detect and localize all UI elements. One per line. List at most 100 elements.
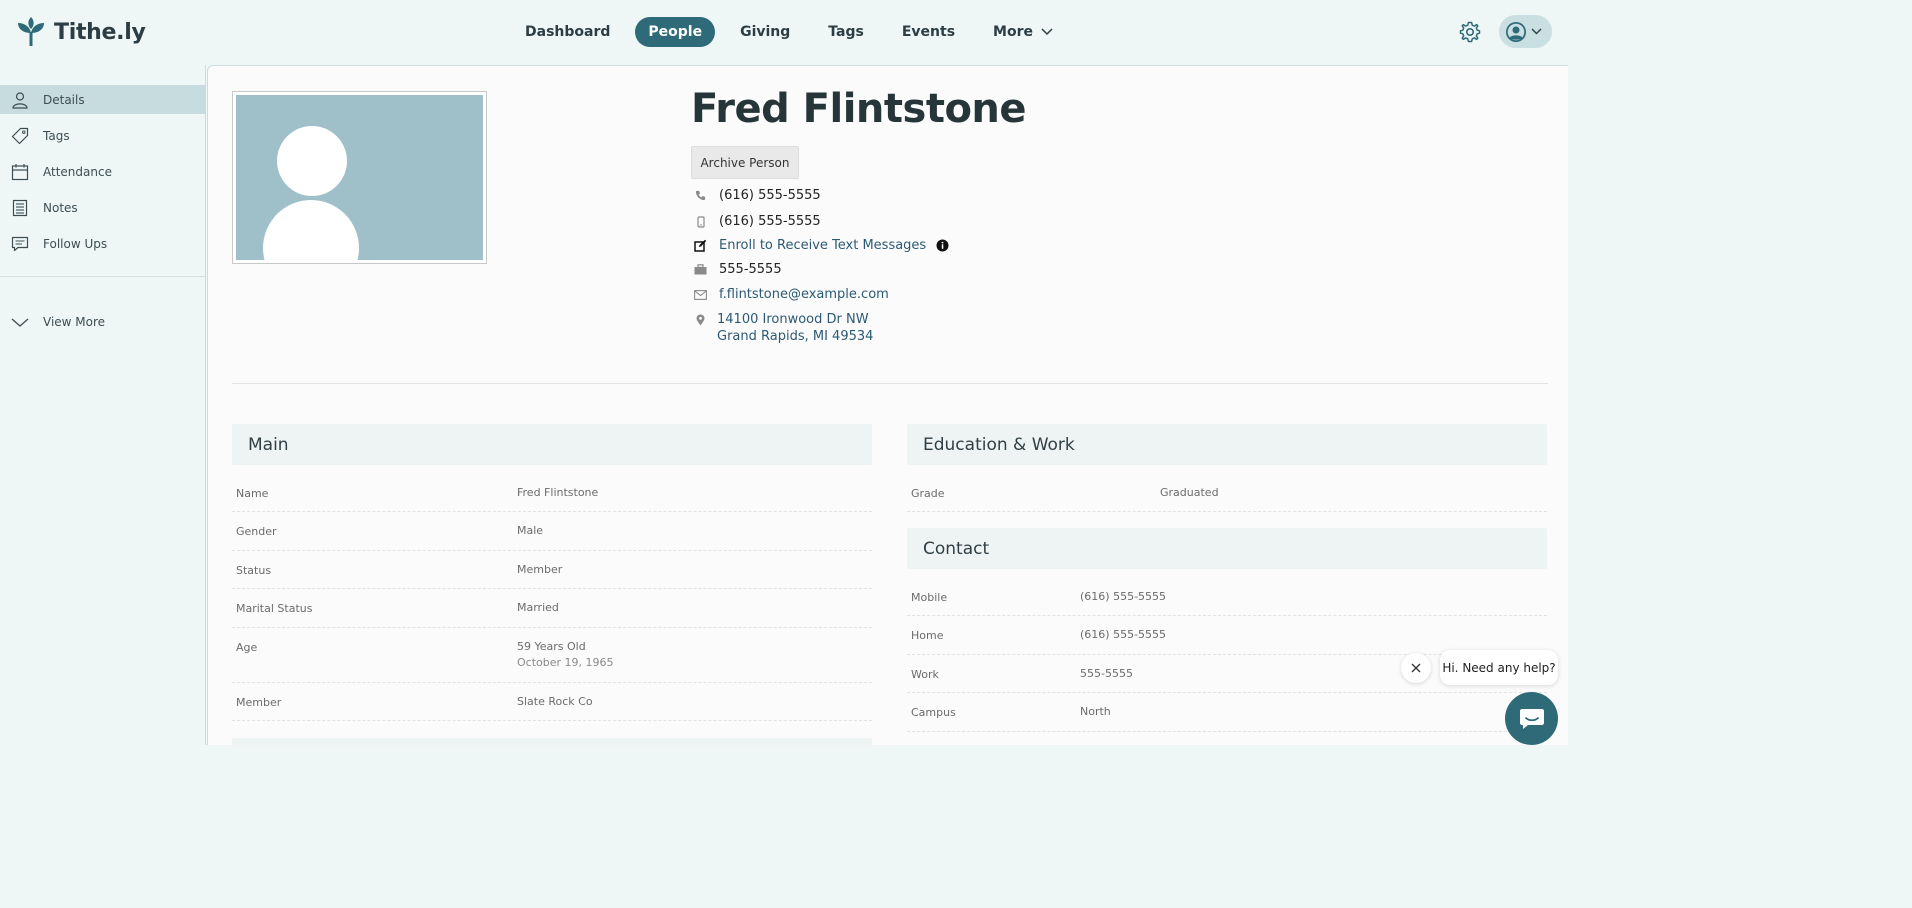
- field-value: Male: [517, 524, 544, 537]
- section-header-education: Education & Work: [907, 424, 1547, 465]
- address-line-2: Grand Rapids, MI 49534: [717, 329, 874, 344]
- field-label: Gender: [236, 525, 277, 538]
- field-label: Status: [236, 564, 272, 577]
- calendar-icon: [11, 163, 29, 180]
- field-value: Slate Rock Co: [517, 695, 593, 708]
- nav-more-label: More: [993, 24, 1033, 40]
- sidebar-item-details[interactable]: Details: [0, 85, 206, 114]
- section-header-contact: Contact: [907, 528, 1547, 569]
- work-phone-line[interactable]: 555-5555: [694, 262, 782, 277]
- field-label: Grade: [911, 487, 945, 500]
- nav-giving[interactable]: Giving: [727, 17, 803, 47]
- mobile-phone-icon: [696, 215, 705, 228]
- address-line-1: 14100 Ironwood Dr NW: [717, 312, 869, 327]
- field-label: Work: [911, 668, 939, 681]
- table-row: Age 59 Years Old October 19, 1965: [232, 628, 872, 683]
- table-row: Grade Graduated: [907, 474, 1547, 512]
- user-icon: [12, 91, 28, 109]
- chat-icon: [11, 236, 29, 251]
- chat-dismiss-button[interactable]: [1401, 653, 1431, 683]
- sidebar-item-follow-ups[interactable]: Follow Ups: [0, 229, 206, 258]
- nav-tags[interactable]: Tags: [815, 17, 877, 47]
- user-menu-button[interactable]: [1499, 15, 1552, 48]
- email-line[interactable]: f.flintstone@example.com: [694, 287, 889, 302]
- briefcase-icon: [694, 264, 707, 275]
- home-phone-value: (616) 555-5555: [719, 188, 821, 203]
- sidebar-divider: [0, 276, 206, 277]
- chevron-down-icon: [1531, 28, 1542, 35]
- field-label: Campus: [911, 706, 956, 719]
- sidebar-item-label: Follow Ups: [43, 236, 108, 251]
- address-pin: [694, 313, 707, 326]
- table-row: Name Fred Flintstone: [232, 474, 872, 512]
- edit-icon: [694, 239, 707, 252]
- person-details-panel: Fred Flintstone Archive Person (616) 555…: [207, 65, 1568, 745]
- section-divider: [232, 383, 1548, 384]
- chat-prompt-bubble[interactable]: Hi. Need any help?: [1440, 650, 1558, 685]
- main-nav: Dashboard People Giving Tags Events More: [0, 17, 1568, 47]
- section-header-next: [232, 738, 872, 745]
- nav-people[interactable]: People: [635, 17, 716, 47]
- chevron-down-icon: [11, 318, 29, 327]
- table-row: Marital Status Married: [232, 589, 872, 628]
- table-row: Status Member: [232, 551, 872, 589]
- field-label: Marital Status: [236, 602, 313, 615]
- sidebar-item-label: Attendance: [43, 164, 112, 179]
- address-link[interactable]: 14100 Ironwood Dr NW Grand Rapids, MI 49…: [717, 311, 873, 345]
- mobile-phone-line[interactable]: (616) 555-5555: [694, 214, 821, 229]
- sidebar-item-label: Notes: [43, 200, 78, 215]
- field-value: Married: [517, 601, 559, 614]
- phone-icon: [695, 190, 706, 201]
- nav-events[interactable]: Events: [889, 17, 968, 47]
- user-avatar-icon: [1506, 21, 1526, 42]
- enroll-text-line[interactable]: Enroll to Receive Text Messages: [694, 238, 949, 253]
- birthdate-value: October 19, 1965: [517, 656, 614, 669]
- field-value: Member: [517, 563, 563, 576]
- sidebar-item-label: Details: [43, 92, 85, 107]
- field-value: 59 Years Old October 19, 1965: [517, 639, 614, 671]
- field-label: Age: [236, 641, 258, 654]
- email-icon: [694, 289, 707, 300]
- table-row: Member Slate Rock Co: [232, 683, 872, 721]
- profile-photo[interactable]: [232, 91, 487, 264]
- table-row: Campus North: [907, 693, 1547, 732]
- sidebar: Details Tags Attendance Notes Follow Ups…: [0, 65, 206, 745]
- view-more-label: View More: [43, 314, 106, 329]
- enroll-text-link[interactable]: Enroll to Receive Text Messages: [719, 238, 926, 253]
- gear-icon[interactable]: [1458, 20, 1482, 44]
- field-value: 555-5555: [1080, 667, 1133, 680]
- mobile-phone-value: (616) 555-5555: [719, 214, 821, 229]
- view-more-toggle[interactable]: View More: [0, 307, 206, 336]
- chat-launcher-button[interactable]: [1505, 692, 1558, 745]
- avatar-placeholder: [236, 95, 483, 260]
- field-value: (616) 555-5555: [1080, 590, 1167, 603]
- chat-bubble-icon: [1519, 708, 1544, 729]
- field-value: North: [1080, 705, 1111, 718]
- home-phone-line[interactable]: (616) 555-5555: [694, 188, 821, 203]
- field-value: Fred Flintstone: [517, 486, 599, 499]
- top-navbar: Tithe.ly Dashboard People Giving Tags Ev…: [0, 0, 1568, 64]
- page-title: Fred Flintstone: [691, 86, 1027, 132]
- nav-more[interactable]: More: [980, 17, 1066, 47]
- field-label: Name: [236, 487, 269, 500]
- close-icon: [1411, 663, 1421, 673]
- field-value: Graduated: [1160, 486, 1219, 499]
- chevron-down-icon: [1041, 28, 1053, 36]
- info-icon[interactable]: [936, 239, 949, 252]
- sidebar-item-label: Tags: [43, 128, 70, 143]
- table-row: Gender Male: [232, 512, 872, 551]
- field-label: Member: [236, 696, 282, 709]
- field-label: Home: [911, 629, 944, 642]
- table-row: Mobile (616) 555-5555: [907, 578, 1547, 616]
- sidebar-item-notes[interactable]: Notes: [0, 193, 206, 222]
- sidebar-item-attendance[interactable]: Attendance: [0, 157, 206, 186]
- field-label: Mobile: [911, 591, 948, 604]
- email-link[interactable]: f.flintstone@example.com: [719, 287, 889, 302]
- tag-icon: [11, 127, 29, 144]
- map-pin-icon: [696, 314, 705, 325]
- sidebar-item-tags[interactable]: Tags: [0, 121, 206, 150]
- archive-person-button[interactable]: Archive Person: [691, 146, 799, 179]
- nav-dashboard[interactable]: Dashboard: [512, 17, 623, 47]
- notes-icon: [12, 199, 28, 216]
- section-header-main: Main: [232, 424, 872, 465]
